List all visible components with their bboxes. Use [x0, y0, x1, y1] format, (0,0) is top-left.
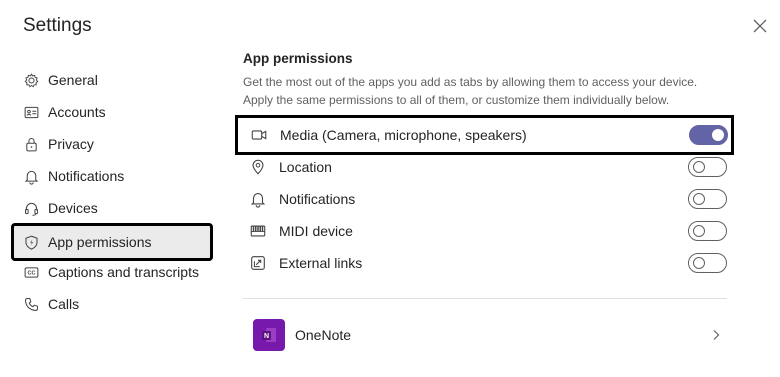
- permission-row-midi: MIDI device: [243, 215, 733, 247]
- settings-title: Settings: [23, 15, 92, 36]
- sidebar-item-notifications[interactable]: Notifications: [14, 160, 210, 192]
- permission-row-external-links: External links: [243, 247, 733, 279]
- sidebar-item-devices[interactable]: Devices: [14, 192, 210, 224]
- keyboard-icon: [249, 222, 267, 240]
- sidebar-item-label: Privacy: [48, 136, 94, 152]
- location-toggle[interactable]: [688, 157, 727, 177]
- section-divider: [243, 298, 727, 299]
- app-name: OneNote: [295, 327, 352, 343]
- headset-icon: [22, 199, 40, 217]
- phone-icon: [22, 295, 40, 313]
- location-pin-icon: [249, 158, 267, 176]
- sidebar-item-calls[interactable]: Calls: [14, 288, 210, 320]
- gear-icon: [22, 71, 40, 89]
- cc-icon: CC: [22, 263, 40, 281]
- close-icon[interactable]: [750, 16, 770, 36]
- sidebar-item-label: App permissions: [48, 234, 152, 250]
- onenote-icon: N: [253, 319, 285, 351]
- external-link-icon: [249, 254, 267, 272]
- sidebar-item-label: Devices: [48, 200, 98, 216]
- app-row-onenote[interactable]: N OneNote: [253, 318, 727, 352]
- sidebar-item-privacy[interactable]: Privacy: [14, 128, 210, 160]
- main-panel: App permissions Get the most out of the …: [235, 0, 743, 377]
- section-title: App permissions: [243, 51, 353, 66]
- toggle-knob: [712, 129, 724, 141]
- bell-icon: [22, 167, 40, 185]
- sidebar-item-label: Calls: [48, 296, 80, 312]
- toggle-knob: [693, 193, 705, 205]
- permission-label: External links: [279, 255, 363, 271]
- permission-label: Location: [279, 159, 332, 175]
- sidebar-item-general[interactable]: General: [14, 64, 210, 96]
- media-toggle[interactable]: [689, 125, 728, 145]
- section-description: Get the most out of the apps you add as …: [243, 75, 698, 107]
- toggle-knob: [693, 161, 705, 173]
- sidebar-item-app-permissions[interactable]: App permissions: [11, 223, 213, 261]
- permission-label: Notifications: [279, 191, 356, 207]
- permission-label: Media (Camera, microphone, speakers): [280, 127, 527, 143]
- external-links-toggle[interactable]: [688, 253, 727, 273]
- sidebar-item-accounts[interactable]: Accounts: [14, 96, 210, 128]
- midi-toggle[interactable]: [688, 221, 727, 241]
- svg-text:N: N: [264, 333, 269, 340]
- id-card-icon: [22, 103, 40, 121]
- sidebar-item-label: Accounts: [48, 104, 106, 120]
- permission-row-notifications: Notifications: [243, 183, 733, 215]
- sidebar-item-label: Notifications: [48, 168, 125, 184]
- permission-row-media: Media (Camera, microphone, speakers): [235, 115, 734, 155]
- lock-icon: [22, 135, 40, 153]
- sidebar-item-captions[interactable]: CC Captions and transcripts: [14, 256, 210, 288]
- permission-row-location: Location: [243, 151, 733, 183]
- camera-icon: [250, 126, 268, 144]
- shield-icon: [22, 233, 40, 251]
- notifications-toggle[interactable]: [688, 189, 727, 209]
- permission-label: MIDI device: [279, 223, 353, 239]
- toggle-knob: [693, 225, 705, 237]
- toggle-knob: [693, 257, 705, 269]
- bell-icon: [249, 190, 267, 208]
- chevron-right-icon: [713, 330, 720, 340]
- sidebar-item-label: Captions and transcripts: [48, 264, 199, 280]
- sidebar-item-label: General: [48, 72, 98, 88]
- svg-text:CC: CC: [27, 270, 35, 276]
